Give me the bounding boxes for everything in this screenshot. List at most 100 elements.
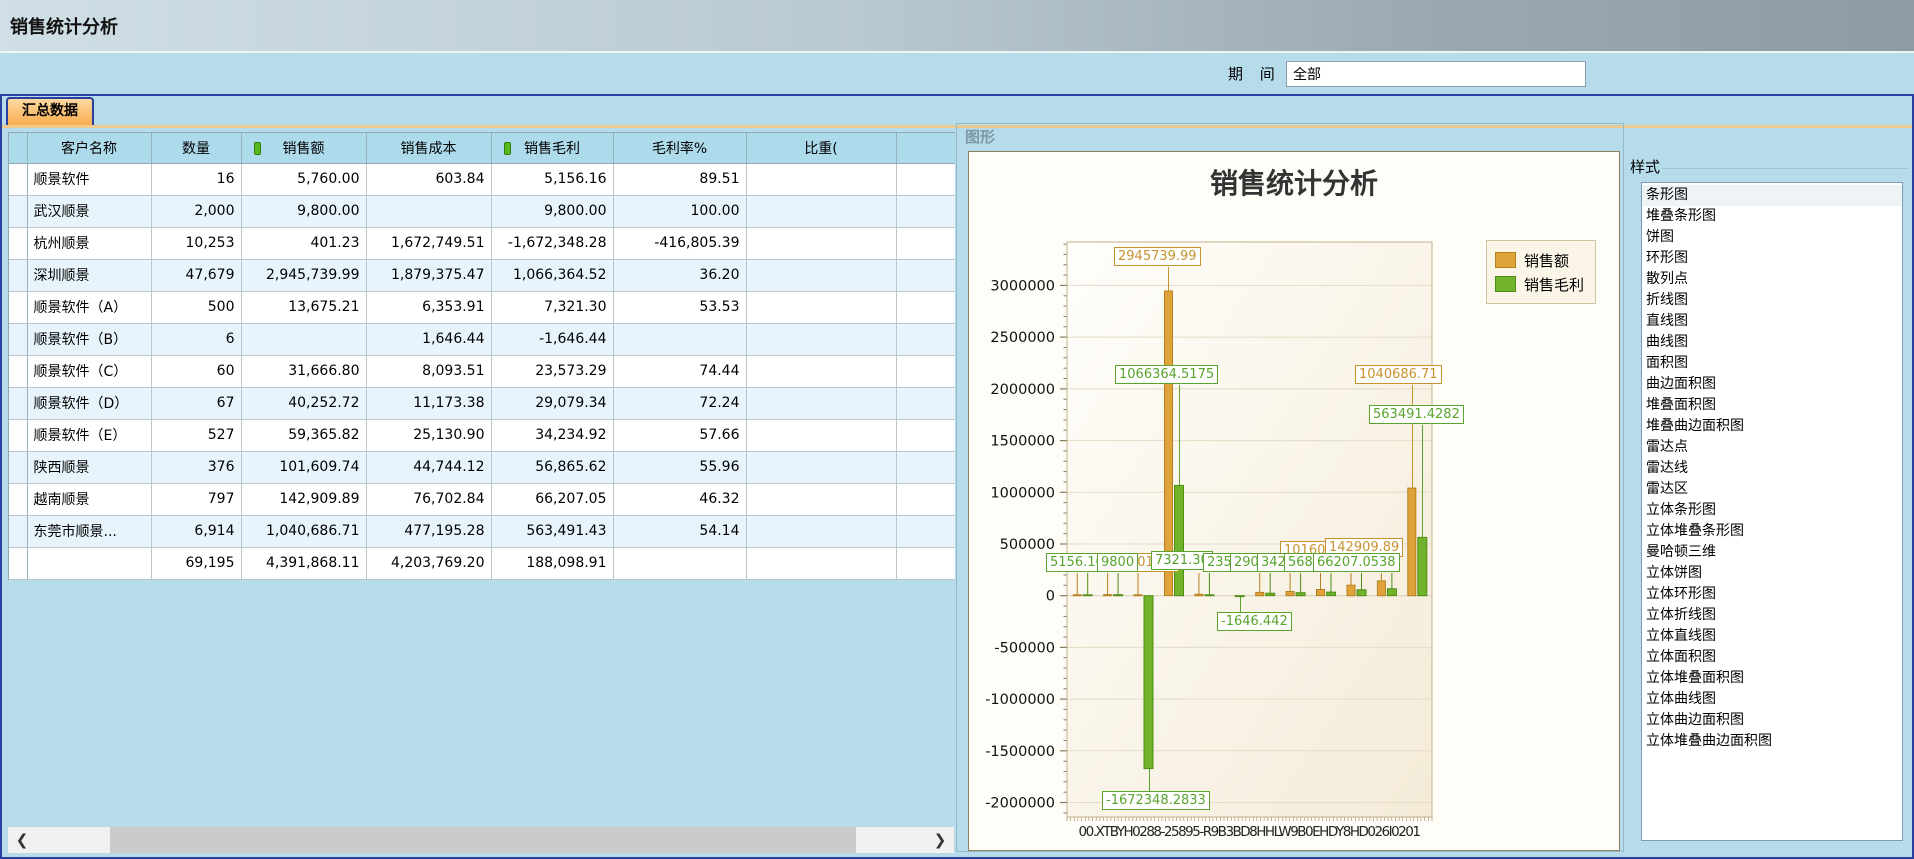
style-list-item[interactable]: 立体条形图 [1642, 500, 1902, 521]
tab-summary-data[interactable]: 汇总数据 [6, 97, 94, 125]
table-cell[interactable]: -416,805.39 [613, 227, 746, 259]
table-cell[interactable]: 9,800.00 [241, 195, 366, 227]
table-cell[interactable]: 31,666.80 [241, 355, 366, 387]
table-cell[interactable] [896, 259, 955, 291]
table-cell[interactable]: 1,646.44 [366, 323, 491, 355]
table-cell[interactable] [746, 323, 896, 355]
table-cell[interactable]: -1,672,348.28 [491, 227, 613, 259]
table-cell[interactable]: -1,646.44 [491, 323, 613, 355]
table-cell[interactable] [896, 419, 955, 451]
table-cell[interactable]: 7,321.30 [491, 291, 613, 323]
table-cell[interactable]: 74.44 [613, 355, 746, 387]
table-cell[interactable]: 54.14 [613, 515, 746, 547]
table-cell[interactable]: 55.96 [613, 451, 746, 483]
table-cell[interactable]: 376 [151, 451, 241, 483]
table-row[interactable]: 顺景软件165,760.00603.845,156.1689.51 [9, 163, 955, 195]
table-cell[interactable] [896, 355, 955, 387]
table-row[interactable]: 顺景软件（D）6740,252.7211,173.3829,079.3472.2… [9, 387, 955, 419]
style-list-item[interactable]: 立体面积图 [1642, 647, 1902, 668]
table-row[interactable]: 顺景软件（B）61,646.44-1,646.44 [9, 323, 955, 355]
table-row[interactable]: 顺景软件（E）52759,365.8225,130.9034,234.9257.… [9, 419, 955, 451]
style-list-item[interactable]: 直线图 [1642, 311, 1902, 332]
row-indicator[interactable] [9, 451, 27, 483]
table-cell[interactable] [746, 515, 896, 547]
table-cell[interactable]: 顺景软件（D） [27, 387, 151, 419]
style-list-item[interactable]: 立体堆叠条形图 [1642, 521, 1902, 542]
row-indicator[interactable] [9, 483, 27, 515]
table-cell[interactable]: 797 [151, 483, 241, 515]
row-indicator[interactable] [9, 515, 27, 547]
style-list-item[interactable]: 雷达点 [1642, 437, 1902, 458]
table-cell[interactable] [746, 451, 896, 483]
horizontal-scrollbar[interactable]: ❮ ❯ [8, 827, 954, 853]
table-cell[interactable]: 500 [151, 291, 241, 323]
style-list-item[interactable]: 面积图 [1642, 353, 1902, 374]
table-cell[interactable] [896, 195, 955, 227]
period-input[interactable] [1286, 61, 1586, 87]
table-cell[interactable] [746, 195, 896, 227]
style-list-item[interactable]: 立体堆叠面积图 [1642, 668, 1902, 689]
row-indicator[interactable] [9, 227, 27, 259]
table-cell[interactable]: 1,066,364.52 [491, 259, 613, 291]
style-list-item[interactable]: 立体环形图 [1642, 584, 1902, 605]
style-list-item[interactable]: 折线图 [1642, 290, 1902, 311]
table-cell[interactable]: 188,098.91 [491, 547, 613, 579]
row-indicator[interactable] [9, 291, 27, 323]
table-cell[interactable]: 10,253 [151, 227, 241, 259]
scrollbar-thumb[interactable] [110, 827, 856, 853]
table-cell[interactable]: 4,203,769.20 [366, 547, 491, 579]
table-cell[interactable]: 5,760.00 [241, 163, 366, 195]
table-cell[interactable]: 6 [151, 323, 241, 355]
table-cell[interactable]: 40,252.72 [241, 387, 366, 419]
column-header-5[interactable]: 销售毛利 [491, 133, 613, 163]
table-cell[interactable]: 2,945,739.99 [241, 259, 366, 291]
table-cell[interactable]: 527 [151, 419, 241, 451]
row-indicator[interactable] [9, 387, 27, 419]
row-indicator[interactable] [9, 163, 27, 195]
table-row[interactable]: 陕西顺景376101,609.7444,744.1256,865.6255.96 [9, 451, 955, 483]
table-cell[interactable]: 47,679 [151, 259, 241, 291]
style-list-item[interactable]: 雷达线 [1642, 458, 1902, 479]
table-cell[interactable] [746, 355, 896, 387]
style-list-item[interactable]: 立体曲边面积图 [1642, 710, 1902, 731]
style-list-item[interactable]: 立体曲线图 [1642, 689, 1902, 710]
table-cell[interactable] [896, 483, 955, 515]
table-cell[interactable]: 武汉顺景 [27, 195, 151, 227]
table-cell[interactable]: 顺景软件（A） [27, 291, 151, 323]
table-row[interactable]: 越南顺景797142,909.8976,702.8466,207.0546.32 [9, 483, 955, 515]
table-cell[interactable]: 5,156.16 [491, 163, 613, 195]
table-cell[interactable]: 顺景软件 [27, 163, 151, 195]
table-cell[interactable]: 23,573.29 [491, 355, 613, 387]
table-cell[interactable]: 顺景软件（C） [27, 355, 151, 387]
table-cell[interactable] [613, 323, 746, 355]
style-list-item[interactable]: 曼哈顿三维 [1642, 542, 1902, 563]
table-cell[interactable]: 57.66 [613, 419, 746, 451]
table-row[interactable]: 东莞市顺景...6,9141,040,686.71477,195.28563,4… [9, 515, 955, 547]
table-cell[interactable]: 101,609.74 [241, 451, 366, 483]
table-cell[interactable] [746, 227, 896, 259]
table-cell[interactable]: 401.23 [241, 227, 366, 259]
column-header-1[interactable]: 客户名称 [27, 133, 151, 163]
table-cell[interactable] [746, 163, 896, 195]
table-cell[interactable]: 6,353.91 [366, 291, 491, 323]
table-cell[interactable]: 100.00 [613, 195, 746, 227]
table-cell[interactable]: 东莞市顺景... [27, 515, 151, 547]
table-cell[interactable]: 4,391,868.11 [241, 547, 366, 579]
table-cell[interactable]: 563,491.43 [491, 515, 613, 547]
table-cell[interactable]: 陕西顺景 [27, 451, 151, 483]
scroll-left-arrow[interactable]: ❮ [8, 827, 36, 853]
style-list-item[interactable]: 雷达区 [1642, 479, 1902, 500]
table-cell[interactable] [896, 515, 955, 547]
table-cell[interactable]: 越南顺景 [27, 483, 151, 515]
table-cell[interactable] [366, 195, 491, 227]
style-list-item[interactable]: 堆叠条形图 [1642, 206, 1902, 227]
table-cell[interactable]: 8,093.51 [366, 355, 491, 387]
table-cell[interactable] [896, 547, 955, 579]
table-cell[interactable]: 深圳顺景 [27, 259, 151, 291]
table-cell[interactable] [746, 483, 896, 515]
row-indicator[interactable] [9, 259, 27, 291]
table-cell[interactable] [27, 547, 151, 579]
column-header-4[interactable]: 销售成本 [366, 133, 491, 163]
table-cell[interactable] [896, 451, 955, 483]
table-row[interactable]: 深圳顺景47,6792,945,739.991,879,375.471,066,… [9, 259, 955, 291]
